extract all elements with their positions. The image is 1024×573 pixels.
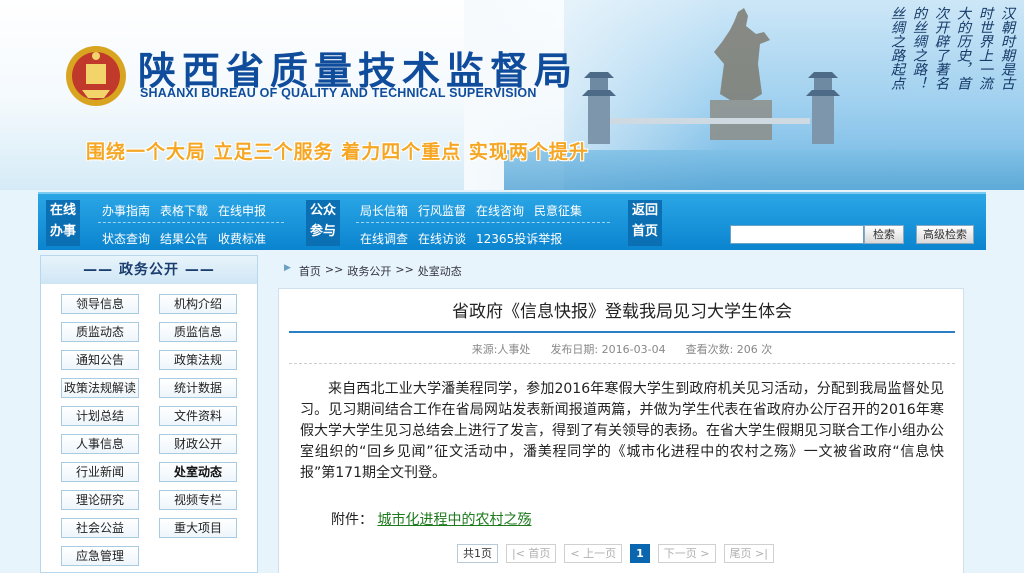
sidebar-item[interactable]: 机构介绍 — [159, 294, 237, 314]
sidebar-item[interactable]: 处室动态 — [159, 462, 237, 482]
sidebar-title: —— 政务公开 —— — [41, 256, 257, 284]
nav-link-online-consult[interactable]: 在线咨询 — [476, 202, 524, 219]
poem-calligraphy: 汉朝时期是古 时世界上一流 大的历史，首 次开辟了著名 的丝绸之路！ 丝绸之路起… — [889, 6, 1015, 90]
pager-prev[interactable]: < 上一页 — [564, 544, 623, 563]
nav-link-public-opinion[interactable]: 民意征集 — [534, 202, 582, 219]
nav-link-form-download[interactable]: 表格下载 — [160, 202, 208, 219]
nav-public-participation-label: 公众 参与 — [306, 200, 340, 246]
site-banner: 陕西省质量技术监督局 SHAANXI BUREAU OF QUALITY AND… — [0, 0, 1024, 190]
title-divider — [289, 331, 955, 333]
attachment-link[interactable]: 城市化进程中的农村之殇 — [377, 512, 531, 528]
article-body: 来自西北工业大学潘美程同学，参加2016年寒假大学生到政府机关见习活动，分配到我… — [300, 381, 944, 481]
sidebar-item[interactable]: 重大项目 — [159, 518, 237, 538]
sidebar-item[interactable]: 应急管理 — [61, 546, 139, 566]
nav-link-service-guide[interactable]: 办事指南 — [102, 202, 150, 219]
sidebar-item[interactable]: 计划总结 — [61, 406, 139, 426]
breadcrumb-current[interactable]: 处室动态 — [418, 263, 462, 279]
nav-link-online-survey[interactable]: 在线调查 — [360, 230, 408, 247]
arrow-right-icon: ▶ — [284, 263, 291, 273]
main-content: ▶ 首页 >> 政务公开 >> 处室动态 省政府《信息快报》登载我局见习大学生体… — [278, 255, 964, 573]
pager-first[interactable]: |< 首页 — [506, 544, 557, 563]
nav-link-fee-standard[interactable]: 收费标准 — [218, 230, 266, 247]
article-views: 查看次数: 206 次 — [685, 343, 773, 356]
tower-icon — [806, 72, 840, 144]
breadcrumb-public-affairs[interactable]: 政务公开 — [347, 263, 391, 279]
sidebar-item[interactable]: 通知公告 — [61, 350, 139, 370]
sidebar-item[interactable]: 文件资料 — [159, 406, 237, 426]
sidebar-item[interactable]: 政策法规解读 — [61, 378, 139, 398]
sidebar-menu: 领导信息 机构介绍 质监动态 质监信息 通知公告 政策法规 政策法规解读 统计数据 计划总结 文件… — [61, 294, 249, 566]
site-title-english: SHAANXI BUREAU OF QUALITY AND TECHNICAL … — [140, 86, 537, 100]
nav-link-12365-complaint[interactable]: 12365投诉举报 — [476, 230, 562, 247]
sidebar-item[interactable]: 政策法规 — [159, 350, 237, 370]
sidebar-item[interactable]: 质监信息 — [159, 322, 237, 342]
article-title: 省政府《信息快报》登载我局见习大学生体会 — [452, 302, 792, 322]
breadcrumb: ▶ 首页 >> 政务公开 >> 处室动态 — [284, 263, 462, 279]
nav-link-online-apply[interactable]: 在线申报 — [218, 202, 266, 219]
nav-link-status-query[interactable]: 状态查询 — [102, 230, 150, 247]
sidebar-item[interactable]: 财政公开 — [159, 434, 237, 454]
pager-last[interactable]: 尾页 >| — [723, 544, 774, 563]
sidebar-item[interactable]: 社会公益 — [61, 518, 139, 538]
sidebar-item[interactable]: 行业新闻 — [61, 462, 139, 482]
sidebar-item[interactable]: 质监动态 — [61, 322, 139, 342]
emblem-icon — [66, 46, 126, 106]
nav-link-result-notice[interactable]: 结果公告 — [160, 230, 208, 247]
article-meta: 来源:人事处 发布日期: 2016-03-04 查看次数: 206 次 — [289, 341, 955, 357]
sidebar-item[interactable]: 领导信息 — [61, 294, 139, 314]
pager-current[interactable]: 1 — [630, 544, 650, 563]
sidebar-item[interactable]: 统计数据 — [159, 378, 237, 398]
attachment-label: 附件： — [331, 512, 373, 528]
nav-back-home-button[interactable]: 返回 首页 — [628, 200, 662, 246]
sidebar-item[interactable]: 人事信息 — [61, 434, 139, 454]
nav-link-director-mailbox[interactable]: 局长信箱 — [360, 202, 408, 219]
main-nav: 在线 办事 办事指南 表格下载 在线申报 状态查询 结果公告 收费标准 公众 参与 … — [38, 192, 986, 250]
pager-next[interactable]: 下一页 > — [657, 544, 716, 563]
advanced-search-button[interactable]: 高级检索 — [916, 225, 974, 244]
article-date: 发布日期: 2016-03-04 — [550, 343, 666, 356]
sidebar-item[interactable]: 理论研究 — [61, 490, 139, 510]
search-button[interactable]: 检索 — [864, 225, 904, 244]
slogan: 围绕一个大局 立足三个服务 着力四个重点 实现两个提升 — [86, 141, 589, 163]
sidebar-item[interactable]: 视频专栏 — [159, 490, 237, 510]
breadcrumb-home[interactable]: 首页 — [299, 263, 321, 279]
attachment: 附件： 城市化进程中的农村之殇 — [331, 509, 531, 529]
pager-total: 共1页 — [457, 544, 498, 563]
search-input[interactable] — [730, 225, 864, 244]
sidebar: —— 政务公开 —— 领导信息 机构介绍 质监动态 质监信息 通知公告 政策法规 政策法规解… — [40, 255, 258, 573]
nav-online-service-label: 在线 办事 — [46, 200, 80, 246]
nav-link-online-interview[interactable]: 在线访谈 — [418, 230, 466, 247]
article-panel: 省政府《信息快报》登载我局见习大学生体会 来源:人事处 发布日期: 2016-0… — [278, 288, 964, 573]
nav-link-conduct-supervision[interactable]: 行风监督 — [418, 202, 466, 219]
pagination: 共1页 |< 首页 < 上一页 1 下一页 > 尾页 >| — [457, 544, 774, 563]
tower-icon — [582, 72, 616, 144]
article-source: 来源:人事处 — [471, 343, 531, 356]
